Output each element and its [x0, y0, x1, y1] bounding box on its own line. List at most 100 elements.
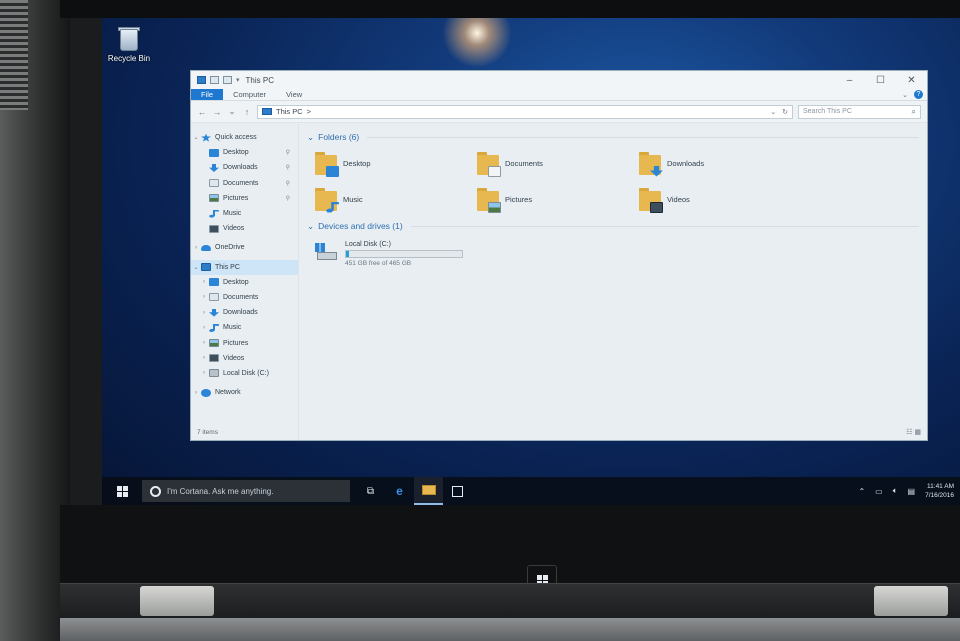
music-icon [209, 209, 219, 218]
folder-label: Videos [667, 195, 690, 204]
nav-item-qa-music[interactable]: Music [191, 206, 298, 221]
expand-chevron-icon[interactable]: › [199, 279, 209, 285]
forward-arrow-icon[interactable]: → [212, 107, 222, 117]
tab-file[interactable]: File [191, 89, 224, 100]
nav-label: Videos [223, 225, 245, 233]
nav-item-qa-downloads[interactable]: Downloads ⚲ [191, 160, 298, 175]
search-placeholder: Search This PC [803, 108, 852, 115]
file-explorer-button[interactable] [414, 477, 443, 505]
nav-item-qa-pictures[interactable]: Pictures ⚲ [191, 191, 298, 206]
edge-button[interactable]: e [385, 477, 414, 505]
folder-downloads[interactable]: Downloads [639, 150, 801, 177]
action-center-icon[interactable]: ▤ [908, 487, 916, 496]
pin-icon: ⚲ [285, 180, 290, 187]
hinge-clip-left [140, 586, 214, 616]
expand-chevron-icon[interactable]: › [199, 325, 209, 331]
expand-chevron-icon[interactable]: › [191, 390, 201, 396]
breadcrumb[interactable]: This PC [276, 107, 303, 116]
edge-browser-icon: e [396, 484, 403, 498]
new-folder-icon[interactable] [223, 76, 232, 84]
properties-icon[interactable] [210, 76, 219, 84]
nav-item-pc-local-disk[interactable]: › Local Disk (C:) [191, 366, 298, 381]
nav-item-this-pc[interactable]: ⌄ This PC [191, 259, 298, 275]
video-icon [209, 354, 219, 363]
clock-date: 7/16/2016 [925, 492, 954, 499]
cortana-search-box[interactable]: I'm Cortana. Ask me anything. [142, 480, 350, 502]
task-view-button[interactable]: ⧉ [356, 477, 385, 505]
window-title: This PC [245, 75, 274, 85]
show-hidden-icons-chevron-icon[interactable]: ⌃ [858, 487, 865, 496]
drive-icon [315, 243, 337, 261]
volume-icon[interactable]: 🔈︎ [893, 486, 898, 496]
expand-chevron-icon[interactable]: › [199, 355, 209, 361]
nav-item-pc-downloads[interactable]: › Downloads [191, 305, 298, 320]
pin-icon: ⚲ [285, 165, 290, 172]
nav-item-quick-access[interactable]: ⌄ Quick access [191, 130, 298, 145]
devices-group-header[interactable]: ⌄ Devices and drives (1) [307, 219, 919, 233]
expand-chevron-icon[interactable]: › [199, 370, 209, 376]
nav-item-qa-desktop[interactable]: Desktop ⚲ [191, 145, 298, 160]
store-button[interactable] [443, 477, 472, 505]
collapse-chevron-icon[interactable]: ⌄ [191, 264, 201, 271]
customize-toolbar-chevron-icon[interactable]: ▾ [236, 76, 240, 84]
up-arrow-icon[interactable]: ↑ [242, 107, 252, 117]
system-tray: ⌃ ▭ 🔈︎ ▤ 11:41 AM 7/16/2016 [858, 482, 960, 500]
expand-chevron-icon[interactable]: › [199, 310, 209, 316]
nav-item-pc-music[interactable]: › Music [191, 320, 298, 335]
help-icon[interactable]: ? [914, 90, 923, 99]
back-arrow-icon[interactable]: ← [197, 107, 207, 117]
close-button[interactable]: ✕ [896, 75, 927, 86]
expand-chevron-icon[interactable]: › [199, 340, 209, 346]
folder-label: Documents [505, 159, 543, 168]
drive-free-space: 451 GB free of 465 GB [345, 260, 412, 267]
store-bag-icon [452, 485, 463, 497]
nav-item-network[interactable]: › Network [191, 385, 298, 400]
folder-videos[interactable]: Videos [639, 186, 801, 213]
nav-label: Music [223, 210, 242, 218]
nav-item-pc-videos[interactable]: › Videos [191, 351, 298, 366]
search-input[interactable]: Search This PC ⌕ [798, 104, 921, 119]
expand-chevron-icon[interactable]: › [191, 245, 201, 251]
recycle-bin-shortcut[interactable]: Recycle Bin [106, 24, 152, 63]
battery-icon[interactable]: ▭ [875, 487, 883, 496]
view-mode-toggles[interactable]: ☷ ▦ [906, 428, 921, 436]
breadcrumb-separator[interactable]: > [307, 107, 311, 116]
start-button[interactable] [102, 477, 142, 505]
tab-computer[interactable]: Computer [223, 89, 276, 100]
collapse-chevron-icon[interactable]: ⌄ [307, 221, 314, 232]
address-bar[interactable]: This PC > ⌄ ↻ [257, 104, 793, 119]
nav-label: Documents [223, 179, 259, 187]
minimize-button[interactable]: – [834, 75, 865, 86]
nav-item-qa-videos[interactable]: Videos [191, 221, 298, 236]
ribbon-tabs: File Computer View ⌄ ? [191, 89, 927, 101]
folders-group-header[interactable]: ⌄ Folders (6) [307, 130, 919, 144]
refresh-icon[interactable]: ↻ [782, 108, 788, 116]
tab-view[interactable]: View [276, 89, 312, 100]
recent-locations-chevron-icon[interactable]: ⌄ [227, 106, 237, 117]
clock-time: 11:41 AM [927, 483, 954, 490]
collapse-chevron-icon[interactable]: ⌄ [191, 134, 201, 141]
maximize-button[interactable]: ☐ [865, 75, 896, 86]
nav-item-pc-desktop[interactable]: › Desktop [191, 275, 298, 290]
address-dropdown-chevron-icon[interactable]: ⌄ [770, 108, 776, 116]
search-icon[interactable]: ⌕ [912, 107, 916, 117]
desktop-icon [209, 148, 219, 157]
expand-ribbon-chevron-icon[interactable]: ⌄ [902, 91, 908, 99]
navigation-pane: ⌄ Quick access Desktop ⚲ Downloads ⚲ Doc… [191, 124, 299, 440]
nav-item-qa-documents[interactable]: Documents ⚲ [191, 176, 298, 191]
nav-item-onedrive[interactable]: › OneDrive [191, 240, 298, 255]
drive-usage-fill [346, 251, 350, 257]
recycle-bin-label: Recycle Bin [107, 54, 151, 63]
folder-documents[interactable]: Documents [477, 150, 639, 177]
expand-chevron-icon[interactable]: › [199, 294, 209, 300]
nav-item-pc-documents[interactable]: › Documents [191, 290, 298, 305]
folder-desktop[interactable]: Desktop [315, 150, 477, 177]
folder-music[interactable]: Music [315, 186, 477, 213]
collapse-chevron-icon[interactable]: ⌄ [307, 132, 314, 143]
drive-local-disk-c[interactable]: Local Disk (C:) 451 GB free of 465 GB [307, 233, 919, 267]
folder-pictures[interactable]: Pictures [477, 186, 639, 213]
nav-item-pc-pictures[interactable]: › Pictures [191, 335, 298, 350]
folder-icon [639, 151, 663, 177]
clock[interactable]: 11:41 AM 7/16/2016 [925, 482, 954, 500]
pin-icon: ⚲ [285, 150, 290, 157]
